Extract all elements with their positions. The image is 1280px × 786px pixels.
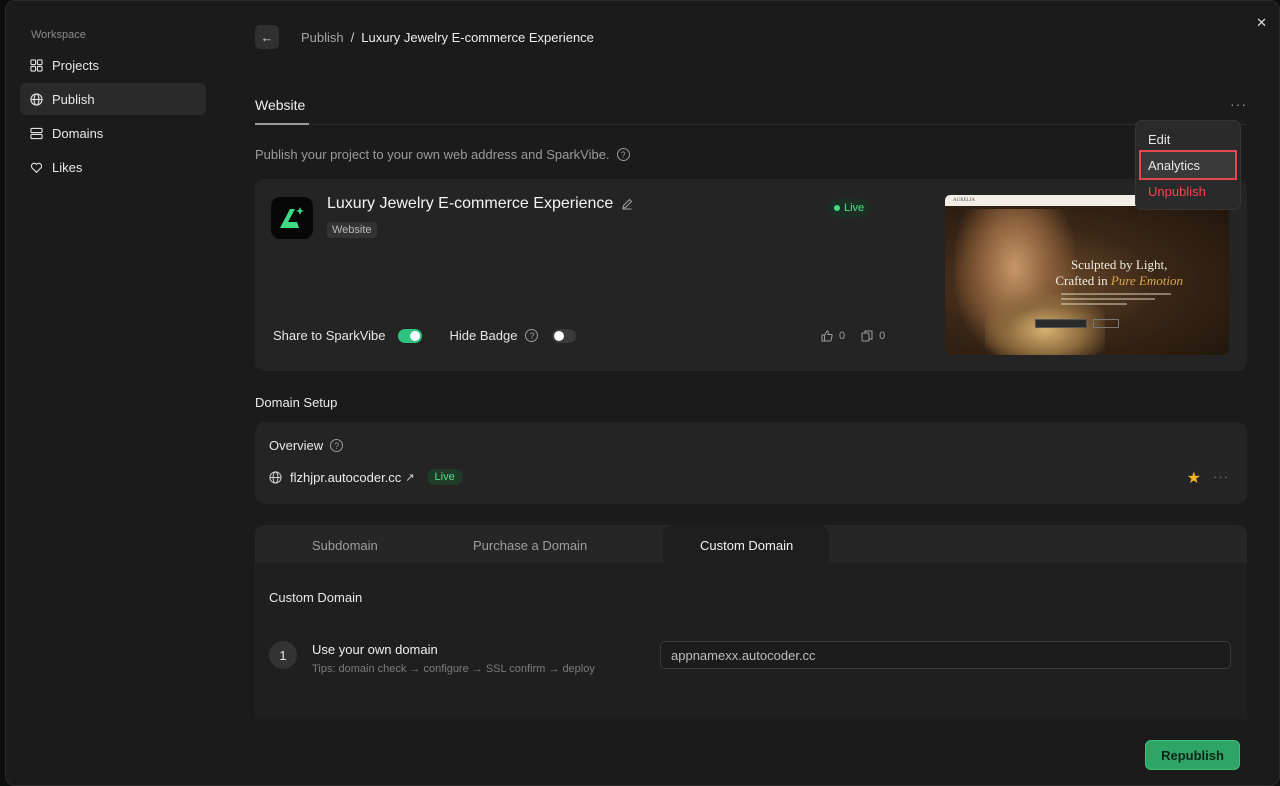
website-preview-thumbnail[interactable]: AURELIA Sculpted by Light, Crafted in Pu… [945, 195, 1229, 355]
help-icon[interactable]: ? [616, 148, 630, 161]
project-card: Luxury Jewelry E-commerce Experience Web… [255, 179, 1247, 371]
server-icon [30, 127, 43, 139]
sparkvibe-logo-icon [280, 207, 304, 228]
breadcrumb-separator: / [350, 29, 355, 45]
domain-tabs-card: Subdomain Purchase a Domain Custom Domai… [255, 525, 1247, 719]
step-number: 1 [269, 641, 297, 669]
edit-pencil-icon[interactable] [621, 198, 633, 210]
project-name: Luxury Jewelry E-commerce Experience [327, 195, 614, 212]
sidebar-item-domains[interactable]: Domains [20, 117, 206, 149]
copies-stat[interactable]: 0 [861, 330, 885, 342]
copies-count: 0 [879, 330, 886, 342]
close-icon[interactable]: ✕ [1256, 15, 1267, 31]
divider [255, 124, 1247, 125]
sidebar-item-likes[interactable]: Likes [20, 151, 206, 183]
custom-domain-input[interactable] [660, 641, 1231, 669]
workspace-label: Workspace [31, 29, 86, 41]
breadcrumb-current: Luxury Jewelry E-commerce Experience [361, 29, 594, 45]
copy-icon [861, 330, 873, 342]
step-title: Use your own domain [312, 642, 438, 657]
sidebar-item-label: Likes [52, 159, 83, 175]
status-label: Live [844, 202, 865, 214]
more-options-icon[interactable]: ··· [1230, 96, 1247, 112]
custom-domain-title: Custom Domain [269, 590, 363, 605]
sidebar-item-projects[interactable]: Projects [20, 49, 206, 81]
sidebar-item-publish[interactable]: Publish [20, 83, 206, 115]
globe-icon [30, 92, 43, 106]
menu-item-edit[interactable]: Edit [1136, 126, 1240, 152]
tab-subdomain[interactable]: Subdomain [312, 538, 378, 553]
overview-title: Overview ? [269, 438, 344, 453]
help-icon[interactable]: ? [525, 329, 539, 342]
share-label: Share to SparkVibe [273, 328, 386, 343]
share-toggle[interactable] [397, 328, 422, 343]
live-dot-icon [834, 205, 840, 211]
app-logo [271, 197, 313, 239]
thumbs-up-icon [821, 330, 833, 342]
preview-headline-line2: Crafted in Pure Emotion [1055, 273, 1183, 289]
more-options-icon[interactable]: ··· [1213, 469, 1229, 484]
step-tip: Tips: domain check → configure → SSL con… [312, 663, 595, 675]
preview-headline: Sculpted by Light, Crafted in Pure Emoti… [1055, 257, 1183, 289]
preview-headline-plain: Crafted in [1055, 273, 1111, 288]
publish-description: Publish your project to your own web add… [255, 147, 630, 162]
menu-item-analytics[interactable]: Analytics [1139, 150, 1237, 180]
heart-icon [30, 162, 43, 173]
sidebar-item-label: Domains [52, 125, 104, 141]
likes-stat[interactable]: 0 [821, 330, 845, 342]
hide-badge-label: Hide Badge [449, 328, 518, 343]
overview-label: Overview [269, 438, 324, 453]
tab-custom-domain[interactable]: Custom Domain [700, 538, 793, 553]
sidebar: Workspace Projects Publish Domains Likes [20, 23, 206, 183]
globe-icon [269, 470, 282, 484]
domain-setup-title: Domain Setup [255, 395, 338, 410]
preview-buttons [1035, 319, 1119, 328]
domain-row: flzhjpr.autocoder.cc ↗ Live [269, 469, 463, 485]
sidebar-item-label: Projects [52, 57, 99, 73]
breadcrumb: ← Publish / Luxury Jewelry E-commerce Ex… [255, 25, 594, 49]
domain-status-badge: Live [426, 469, 463, 485]
more-options-menu: Edit Analytics Unpublish [1135, 120, 1241, 210]
custom-domain-panel: Custom Domain 1 Use your own domain Tips… [255, 563, 1247, 719]
section-title-website[interactable]: Website [255, 97, 305, 113]
publish-modal: ✕ Workspace Projects Publish Domains Lik… [5, 0, 1280, 786]
help-icon[interactable]: ? [330, 439, 344, 452]
project-stats: 0 0 [821, 330, 885, 342]
arrow-left-icon: ← [260, 29, 274, 45]
back-button[interactable]: ← [255, 25, 279, 49]
active-tab-underline [255, 123, 309, 125]
preview-brand: AURELIA [953, 198, 975, 203]
preview-headline-line1: Sculpted by Light, [1070, 257, 1168, 272]
preview-body-text [1061, 293, 1171, 307]
star-icon[interactable]: ★ [1187, 468, 1201, 488]
external-link-icon[interactable]: ↗ [405, 471, 414, 484]
status-badge: Live [827, 199, 873, 217]
project-type-tag: Website [327, 222, 377, 238]
likes-count: 0 [839, 330, 846, 342]
project-title: Luxury Jewelry E-commerce Experience [327, 195, 633, 213]
preview-headline-accent: Pure Emotion [1110, 273, 1183, 288]
republish-button[interactable]: Republish [1145, 740, 1240, 770]
menu-item-unpublish[interactable]: Unpublish [1136, 178, 1240, 204]
hide-badge-toggle[interactable] [552, 328, 577, 343]
tab-purchase-domain[interactable]: Purchase a Domain [473, 538, 587, 553]
tab-bar: Subdomain Purchase a Domain Custom Domai… [255, 525, 1247, 563]
domain-overview-card: Overview ? flzhjpr.autocoder.cc ↗ Live ★… [255, 422, 1247, 504]
breadcrumb-parent[interactable]: Publish [301, 30, 344, 45]
sidebar-item-label: Publish [52, 91, 95, 107]
share-controls: Share to SparkVibe Hide Badge ? [273, 328, 577, 343]
domain-link[interactable]: flzhjpr.autocoder.cc [290, 470, 401, 485]
grid-icon [30, 58, 43, 72]
description-text: Publish your project to your own web add… [255, 147, 610, 162]
